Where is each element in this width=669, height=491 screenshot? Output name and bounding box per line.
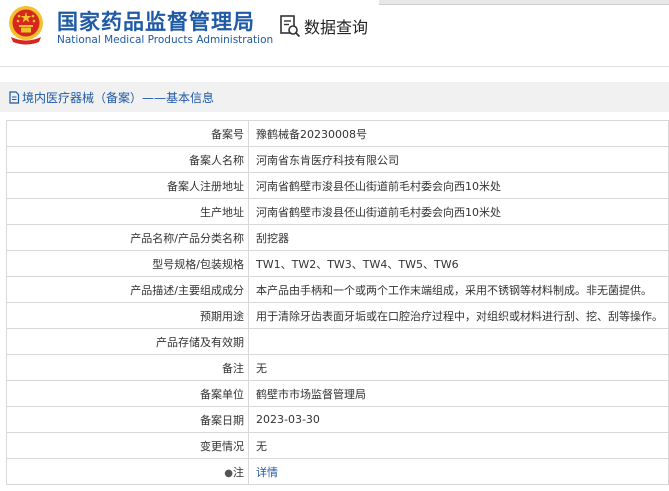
field-value: 无 xyxy=(248,432,669,459)
field-label: 产品描述/主要组成成分 xyxy=(6,276,249,303)
field-value: 用于清除牙齿表面牙垢或在口腔治疗过程中，对组织或材料进行刮、挖、刮等操作。 xyxy=(248,302,669,329)
field-value: TW1、TW2、TW3、TW4、TW5、TW6 xyxy=(248,250,669,277)
field-label: 型号规格/包装规格 xyxy=(6,250,249,277)
field-value: 鹤壁市市场监督管理局 xyxy=(248,380,669,407)
field-value: 2023-03-30 xyxy=(248,406,669,433)
note-label: ●注 xyxy=(6,458,249,485)
field-label: 生产地址 xyxy=(6,198,249,225)
section-title: 境内医疗器械（备案）——基本信息 xyxy=(22,90,215,105)
field-label: 备案人注册地址 xyxy=(6,172,249,199)
pin-icon: ● xyxy=(224,467,233,479)
field-label: 变更情况 xyxy=(6,432,249,459)
table-row: 产品存储及有效期 xyxy=(6,328,669,355)
brand-name-en: National Medical Products Administration xyxy=(57,34,274,46)
field-value xyxy=(248,328,669,355)
table-row-note: ●注 详情 xyxy=(6,458,669,485)
table-row: 型号规格/包装规格 TW1、TW2、TW3、TW4、TW5、TW6 xyxy=(6,250,669,277)
table-row: 产品描述/主要组成成分 本产品由手柄和一个或两个工作末端组成，采用不锈钢等材料制… xyxy=(6,276,669,303)
table-row: 预期用途 用于清除牙齿表面牙垢或在口腔治疗过程中，对组织或材料进行刮、挖、刮等操… xyxy=(6,302,669,329)
field-label: 产品名称/产品分类名称 xyxy=(6,224,249,251)
search-bar[interactable] xyxy=(379,0,669,5)
brand-name-cn[interactable]: 国家药品监督管理局 xyxy=(57,6,255,36)
field-label: 产品存储及有效期 xyxy=(6,328,249,355)
note-label-text: 注 xyxy=(233,465,244,479)
field-label: 备案号 xyxy=(6,120,249,147)
section-title-bar: 境内医疗器械（备案）——基本信息 xyxy=(0,82,669,112)
field-value: 豫鹤械备20230008号 xyxy=(248,120,669,147)
field-value: 河南省东肯医疗科技有限公司 xyxy=(248,146,669,173)
table-row: 备注 无 xyxy=(6,354,669,381)
field-label: 预期用途 xyxy=(6,302,249,329)
field-value: 无 xyxy=(248,354,669,381)
field-value: 河南省鹤壁市浚县伾山街道前毛村委会向西10米处 xyxy=(248,198,669,225)
details-link[interactable]: 详情 xyxy=(256,466,278,479)
table-row: 生产地址 河南省鹤壁市浚县伾山街道前毛村委会向西10米处 xyxy=(6,198,669,225)
site-header: 国家药品监督管理局 National Medical Products Admi… xyxy=(0,0,669,62)
field-value: 刮挖器 xyxy=(248,224,669,251)
field-label: 备注 xyxy=(6,354,249,381)
note-value: 详情 xyxy=(248,458,669,485)
header-divider xyxy=(0,66,669,67)
table-row: 备案人注册地址 河南省鹤壁市浚县伾山街道前毛村委会向西10米处 xyxy=(6,172,669,199)
national-emblem-icon xyxy=(9,6,43,45)
data-query-link[interactable]: 数据查询 xyxy=(279,14,368,38)
table-row: 变更情况 无 xyxy=(6,432,669,459)
table-row: 备案号 豫鹤械备20230008号 xyxy=(6,120,669,147)
table-row: 产品名称/产品分类名称 刮挖器 xyxy=(6,224,669,251)
document-search-icon xyxy=(280,15,301,38)
field-label: 备案日期 xyxy=(6,406,249,433)
record-info-table: 备案号 豫鹤械备20230008号 备案人名称 河南省东肯医疗科技有限公司 备案… xyxy=(6,120,669,485)
field-label: 备案单位 xyxy=(6,380,249,407)
data-query-label: 数据查询 xyxy=(304,18,369,37)
table-row: 备案人名称 河南省东肯医疗科技有限公司 xyxy=(6,146,669,173)
field-value: 河南省鹤壁市浚县伾山街道前毛村委会向西10米处 xyxy=(248,172,669,199)
document-icon xyxy=(9,90,20,104)
table-row: 备案单位 鹤壁市市场监督管理局 xyxy=(6,380,669,407)
field-label: 备案人名称 xyxy=(6,146,249,173)
field-value: 本产品由手柄和一个或两个工作末端组成，采用不锈钢等材料制成。非无菌提供。 xyxy=(248,276,669,303)
table-row: 备案日期 2023-03-30 xyxy=(6,406,669,433)
